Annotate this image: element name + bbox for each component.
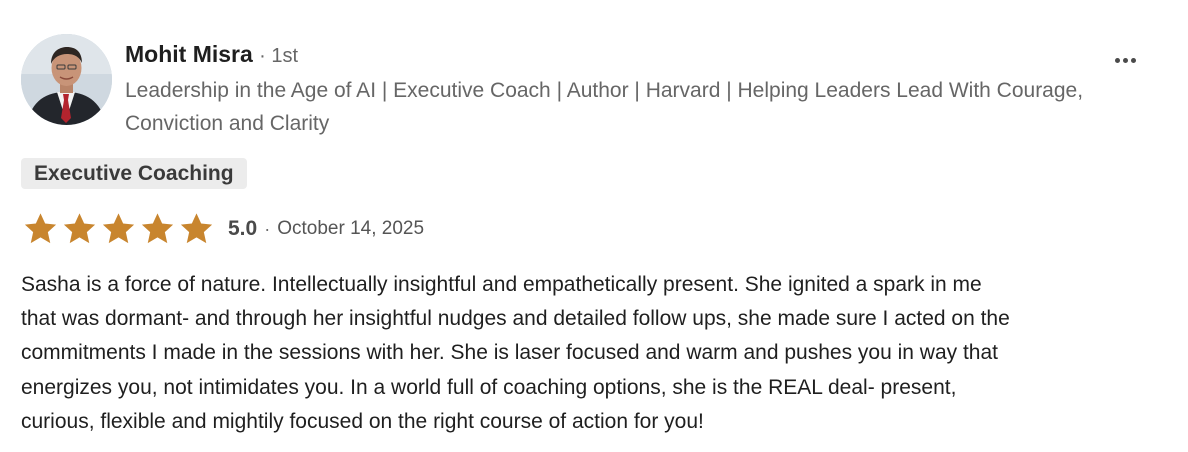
rating-row: 5.0 · October 14, 2025 — [22, 210, 424, 248]
reviewer-headline: Leadership in the Age of AI | Executive … — [125, 79, 1084, 135]
reviewer-name[interactable]: Mohit Misra — [125, 41, 253, 67]
more-horizontal-icon — [1122, 57, 1128, 63]
separator-dot: · — [264, 218, 271, 239]
star-icon — [63, 213, 96, 244]
avatar-photo — [21, 34, 112, 125]
more-horizontal-icon — [1130, 57, 1136, 63]
star-icon — [24, 213, 57, 244]
reviewer-name-row: Mohit Misra · 1st — [125, 40, 298, 70]
service-tag: Executive Coaching — [21, 158, 247, 189]
review-line: energizes you, not intimidates you. In a… — [21, 375, 957, 399]
avatar[interactable] — [21, 34, 112, 125]
star-icon — [180, 213, 213, 244]
review-date: October 14, 2025 — [277, 218, 425, 239]
review-text: Sasha is a force of nature. Intellectual… — [21, 268, 1171, 439]
more-horizontal-icon — [1114, 57, 1120, 63]
connection-degree: · 1st — [259, 45, 299, 67]
star-rating — [22, 211, 215, 247]
review-line: curious, flexible and mightily focused o… — [21, 409, 704, 433]
star-icon — [141, 213, 174, 244]
star-icon — [102, 213, 135, 244]
review-line: commitments I made in the sessions with … — [21, 341, 998, 365]
review-line: Sasha is a force of nature. Intellectual… — [21, 273, 982, 296]
rating-score: 5.0 — [228, 217, 258, 240]
review-line: that was dormant- and through her insigh… — [21, 307, 1010, 331]
more-options-button[interactable] — [1108, 48, 1142, 72]
